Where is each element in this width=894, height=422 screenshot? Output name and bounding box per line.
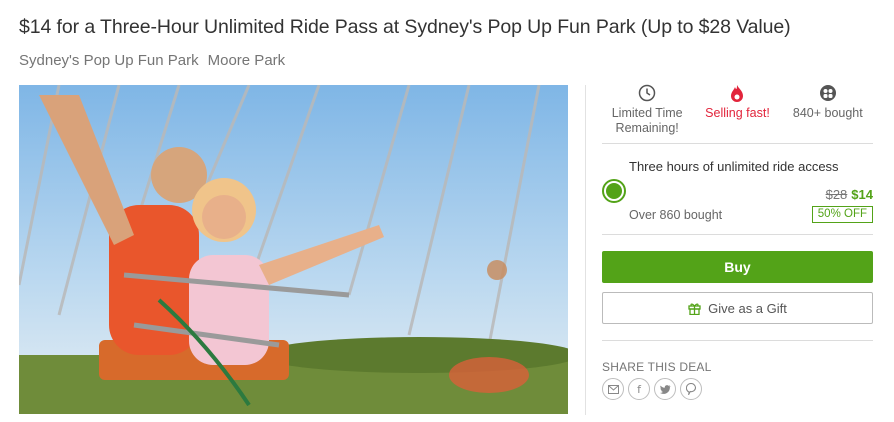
stat-limited-time: Limited Time Remaining! bbox=[602, 84, 692, 142]
deal-title: $14 for a Three-Hour Unlimited Ride Pass… bbox=[19, 16, 791, 38]
stat-selling-fast: Selling fast! bbox=[692, 84, 782, 142]
sale-price: $14 bbox=[851, 187, 873, 202]
gift-button[interactable]: Give as a Gift bbox=[602, 292, 873, 324]
flame-icon bbox=[729, 84, 745, 104]
clock-icon bbox=[638, 84, 656, 104]
option-prices: $28 $14 bbox=[826, 187, 873, 202]
stat-label: Selling fast! bbox=[705, 106, 770, 120]
column-divider bbox=[585, 85, 586, 415]
stat-label: 840+ bought bbox=[792, 106, 863, 120]
option-bought-count: Over 860 bought bbox=[629, 208, 723, 222]
share-label: SHARE THIS DEAL bbox=[602, 360, 712, 374]
deal-photo bbox=[19, 85, 568, 414]
facebook-icon[interactable]: f bbox=[628, 378, 650, 400]
stat-label: Limited Time Remaining! bbox=[611, 106, 683, 135]
option-title: Three hours of unlimited ride access bbox=[629, 159, 839, 174]
merchant-link[interactable]: Sydney's Pop Up Fun Park bbox=[19, 52, 199, 69]
gift-icon bbox=[688, 302, 701, 315]
divider bbox=[602, 340, 873, 341]
buy-button[interactable]: Buy bbox=[602, 251, 873, 283]
deal-stats: Limited Time Remaining! Selling fast! 84… bbox=[602, 84, 873, 142]
option-radio[interactable] bbox=[602, 179, 626, 203]
pinterest-icon[interactable] bbox=[680, 378, 702, 400]
divider bbox=[602, 143, 873, 144]
users-icon bbox=[819, 84, 837, 104]
swing-ride-photo bbox=[19, 85, 568, 414]
twitter-icon[interactable] bbox=[654, 378, 676, 400]
share-icons: f bbox=[602, 378, 702, 400]
location-text: Moore Park bbox=[207, 52, 286, 69]
stat-bought: 840+ bought bbox=[783, 84, 873, 142]
gift-label: Give as a Gift bbox=[708, 300, 787, 316]
email-icon[interactable] bbox=[602, 378, 624, 400]
discount-badge: 50% OFF bbox=[811, 206, 873, 223]
merchant-line: Sydney's Pop Up Fun Park Moore Park bbox=[19, 52, 285, 69]
divider bbox=[602, 234, 873, 235]
original-price: $28 bbox=[825, 187, 848, 202]
